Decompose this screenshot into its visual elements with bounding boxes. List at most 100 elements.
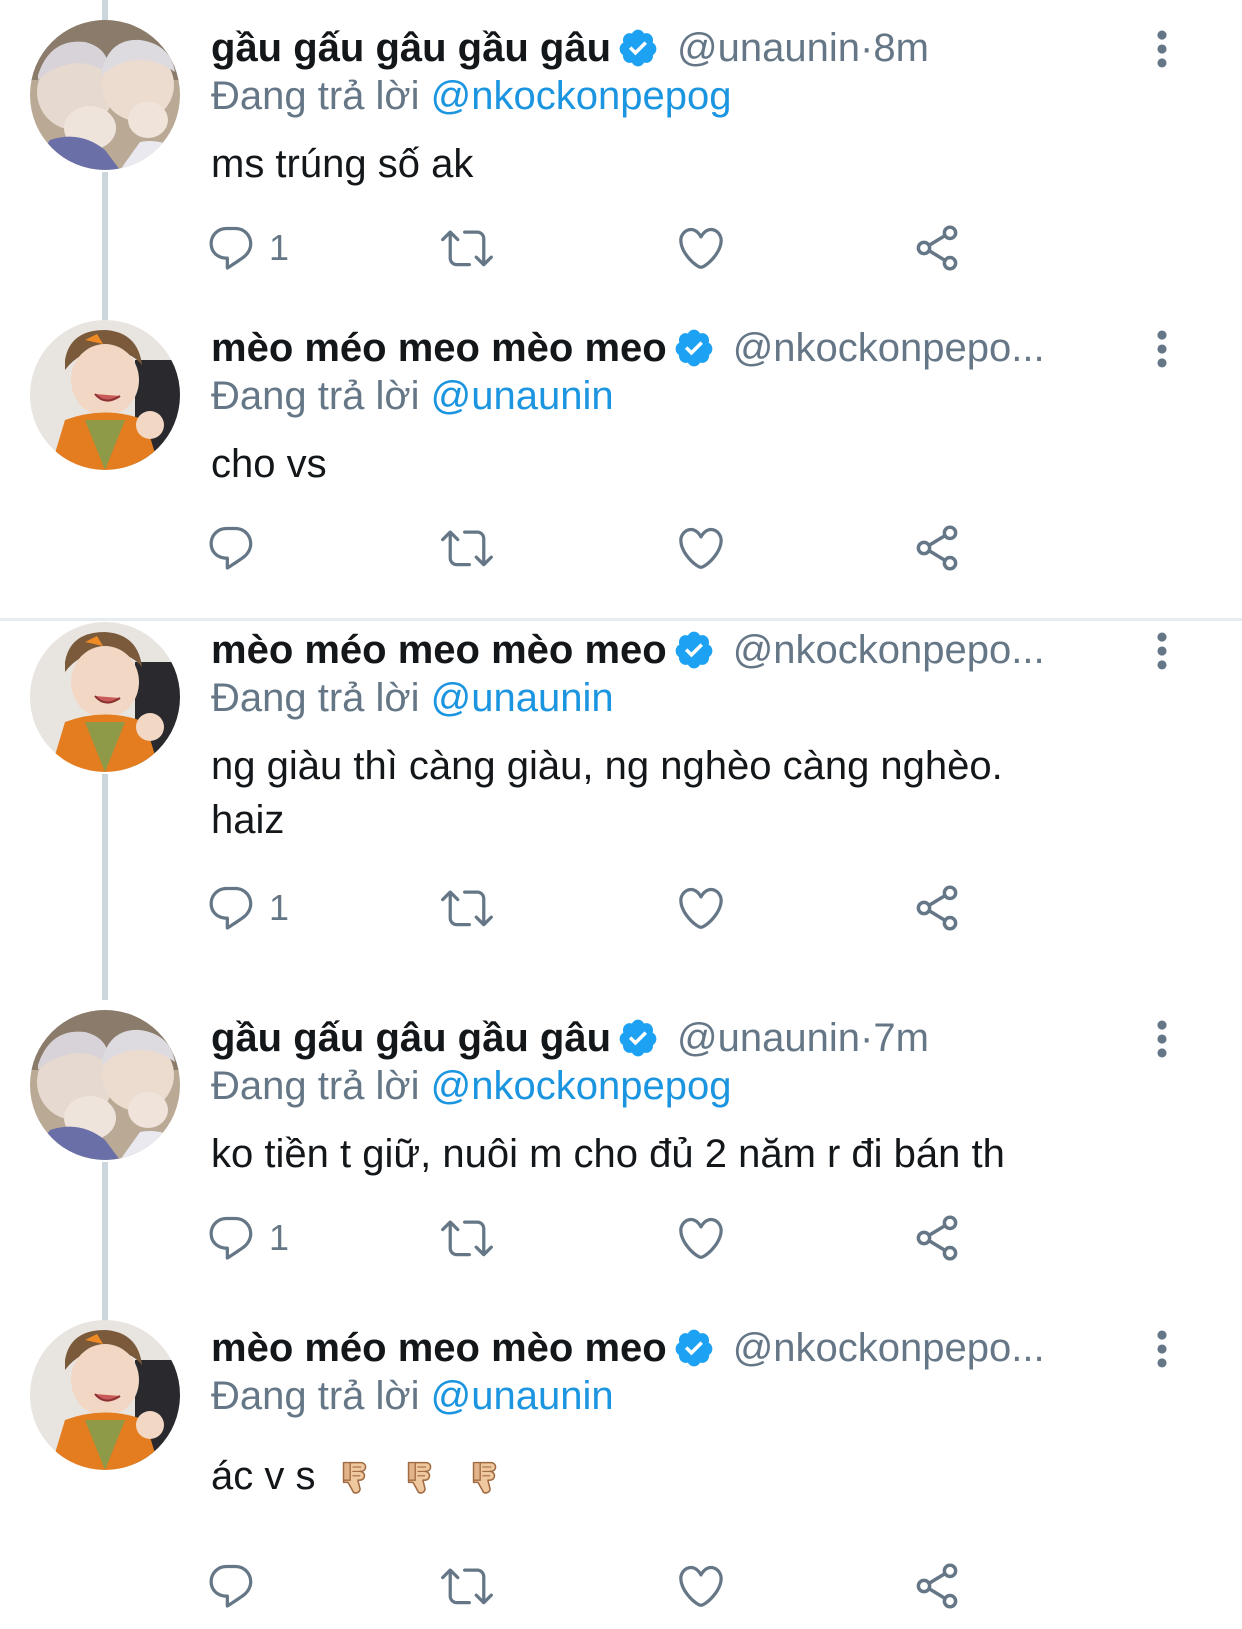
mention-link[interactable]: @unaunin	[431, 676, 614, 720]
reply-prefix: Đang trả lời	[211, 676, 431, 720]
retweet-button[interactable]	[439, 218, 495, 278]
share-button[interactable]	[911, 218, 963, 278]
reply-prefix: Đang trả lời	[211, 74, 431, 118]
share-icon	[911, 1560, 963, 1612]
avatar[interactable]	[30, 20, 180, 170]
verified-badge-icon	[617, 27, 659, 69]
handle[interactable]: @nkockonpepo...	[733, 1326, 1045, 1371]
display-name[interactable]: mèo méo meo mèo meo	[211, 1326, 667, 1371]
retweet-icon	[439, 882, 495, 934]
time-separator: ·	[860, 1015, 874, 1060]
thread-line	[102, 1162, 108, 1328]
reply-prefix: Đang trả lời	[211, 374, 431, 418]
timestamp[interactable]: 7m	[873, 1016, 929, 1061]
avatar[interactable]	[30, 622, 180, 772]
reply-button[interactable]	[205, 518, 257, 578]
handle[interactable]: @unaunin	[677, 26, 860, 71]
tweet-header: gầu gấu gâu gầu gâu @unaunin · 7m	[211, 1012, 1111, 1064]
avatar[interactable]	[30, 1010, 180, 1160]
handle[interactable]: @unaunin	[677, 1016, 860, 1061]
reply-icon	[205, 522, 257, 574]
reply-icon	[205, 882, 257, 934]
handle[interactable]: @nkockonpepo...	[733, 326, 1045, 371]
tweet[interactable]: mèo méo meo mèo meo @nkockonpepo... Đang…	[0, 622, 1242, 1000]
share-button[interactable]	[911, 878, 963, 938]
thread-divider	[0, 618, 1242, 621]
share-button[interactable]	[911, 1208, 963, 1268]
retweet-icon	[439, 522, 495, 574]
display-name[interactable]: gầu gấu gâu gầu gâu	[211, 26, 611, 71]
reply-context: Đang trả lời @unaunin	[211, 676, 614, 721]
tweet-header: mèo méo meo mèo meo @nkockonpepo...	[211, 322, 1111, 374]
share-icon	[911, 882, 963, 934]
tweet[interactable]: mèo méo meo mèo meo @nkockonpepo... Đang…	[0, 1320, 1242, 1629]
retweet-button[interactable]	[439, 1208, 495, 1268]
mention-link[interactable]: @unaunin	[431, 374, 614, 418]
display-name[interactable]: gầu gấu gâu gầu gâu	[211, 1016, 611, 1061]
tweet[interactable]: mèo méo meo mèo meo @nkockonpepo... Đang…	[0, 300, 1242, 600]
share-icon	[911, 1212, 963, 1264]
mention-link[interactable]: @unaunin	[431, 1374, 614, 1418]
reply-button[interactable]	[205, 1556, 257, 1616]
reply-icon	[205, 1560, 257, 1612]
like-button[interactable]	[675, 878, 727, 938]
reply-context: Đang trả lời @unaunin	[211, 374, 614, 419]
retweet-icon	[439, 222, 495, 274]
tweet-header: mèo méo meo mèo meo @nkockonpepo...	[211, 624, 1111, 676]
time-separator: ·	[860, 25, 874, 70]
tweet[interactable]: gầu gấu gâu gầu gâu @unaunin · 7m Đang t…	[0, 1010, 1242, 1328]
action-bar	[211, 1556, 1011, 1616]
reply-prefix: Đang trả lời	[211, 1064, 431, 1108]
thread-line	[102, 774, 108, 1000]
retweet-icon	[439, 1212, 495, 1264]
reply-count: 1	[269, 1217, 290, 1258]
tweet-text: ms trúng số ak	[211, 142, 474, 186]
display-name[interactable]: mèo méo meo mèo meo	[211, 628, 667, 673]
verified-badge-icon	[673, 629, 715, 671]
mention-link[interactable]: @nkockonpepog	[431, 1064, 732, 1108]
like-button[interactable]	[675, 218, 727, 278]
tweet-header: mèo méo meo mèo meo @nkockonpepo...	[211, 1322, 1111, 1374]
verified-badge-icon	[673, 327, 715, 369]
reply-button[interactable]: 1	[205, 878, 289, 938]
more-vertical-icon[interactable]	[1150, 330, 1174, 390]
reply-context: Đang trả lời @nkockonpepog	[211, 1064, 731, 1109]
tweet[interactable]: gầu gấu gâu gầu gâu @unaunin · 8m Đang t…	[0, 0, 1242, 320]
reply-context: Đang trả lời @unaunin	[211, 1374, 614, 1419]
avatar[interactable]	[30, 1320, 180, 1470]
like-button[interactable]	[675, 1208, 727, 1268]
reply-count: 1	[269, 887, 290, 928]
retweet-button[interactable]	[439, 878, 495, 938]
display-name[interactable]: mèo méo meo mèo meo	[211, 326, 667, 371]
retweet-button[interactable]	[439, 518, 495, 578]
mention-link[interactable]: @nkockonpepog	[431, 74, 732, 118]
more-vertical-icon[interactable]	[1150, 632, 1174, 692]
share-icon	[911, 522, 963, 574]
action-bar: 1	[211, 218, 1011, 278]
retweet-icon	[439, 1560, 495, 1612]
heart-icon	[675, 1212, 727, 1264]
more-vertical-icon[interactable]	[1150, 1020, 1174, 1080]
more-vertical-icon[interactable]	[1150, 30, 1174, 90]
reply-button[interactable]: 1	[205, 1208, 289, 1268]
reply-count: 1	[269, 227, 290, 268]
tweet-text: cho vs	[211, 442, 327, 486]
reply-context: Đang trả lời @nkockonpepog	[211, 74, 731, 119]
reply-prefix: Đang trả lời	[211, 1374, 431, 1418]
retweet-button[interactable]	[439, 1556, 495, 1616]
like-button[interactable]	[675, 518, 727, 578]
tweet-text-content: ác v s	[211, 1454, 316, 1498]
like-button[interactable]	[675, 1556, 727, 1616]
share-button[interactable]	[911, 518, 963, 578]
action-bar: 1	[211, 878, 1011, 938]
handle[interactable]: @nkockonpepo...	[733, 628, 1045, 673]
reply-icon	[205, 1212, 257, 1264]
verified-badge-icon	[617, 1017, 659, 1059]
more-vertical-icon[interactable]	[1150, 1330, 1174, 1390]
reply-button[interactable]: 1	[205, 218, 289, 278]
timestamp[interactable]: 8m	[873, 26, 929, 71]
share-button[interactable]	[911, 1556, 963, 1616]
avatar[interactable]	[30, 320, 180, 470]
tweet-header: gầu gấu gâu gầu gâu @unaunin · 8m	[211, 22, 1111, 74]
verified-badge-icon	[673, 1327, 715, 1369]
